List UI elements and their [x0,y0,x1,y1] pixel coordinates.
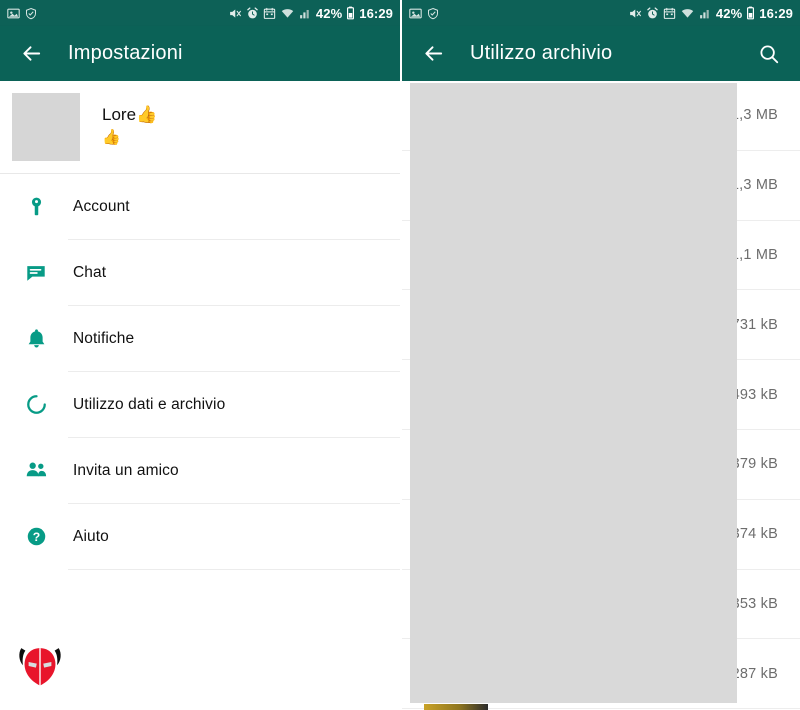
data-usage-icon [22,394,50,415]
list-item[interactable]: 287 kB [402,639,800,710]
calendar-icon [663,7,676,19]
list-item[interactable]: 379 kB [402,430,800,500]
status-bar-right: 42% 16:29 [402,0,800,26]
list-item[interactable]: 374 kB [402,500,800,570]
battery-icon [347,6,355,20]
signal-icon [700,9,709,18]
list-item[interactable]: 493 kB [402,360,800,430]
storage-size: 353 kB [731,595,778,612]
back-arrow-icon [22,46,40,61]
status-bar-left: 42% 16:29 [0,0,400,26]
back-button-settings[interactable] [14,37,48,71]
key-icon [22,196,50,217]
svg-text:?: ? [32,530,39,544]
storage-usage-panel: 42% 16:29 Utilizzo archivio 1,3 MB 1,3 M… [400,0,800,710]
battery-percent: 42% [315,5,343,21]
profile-text-block: Lore👍 👍 [102,104,157,149]
list-item[interactable]: 1,3 MB [402,151,800,221]
storage-size: 731 kB [731,316,778,333]
storage-size: 287 kB [731,665,778,682]
settings-appbar: Impostazioni [0,26,400,81]
wifi-icon [681,8,694,18]
alarm-icon [247,6,258,18]
status-bar-right-right-icons: 42% 16:29 [628,6,793,21]
mute-icon [630,8,641,18]
sidebar-item-utilizzo-dati-e-archivio[interactable]: Utilizzo dati e archivio [0,372,400,437]
back-button-storage[interactable] [416,37,450,71]
battery-percent: 42% [715,5,743,21]
list-divider [68,569,400,570]
screenshot-icon [409,8,422,18]
sidebar-item-notifiche[interactable]: Notifiche [0,306,400,371]
sidebar-item-label: Utilizzo dati e archivio [73,395,226,413]
page-title-settings: Impostazioni [68,42,183,64]
wifi-icon [281,8,294,18]
devil-helmet-logo [14,640,66,692]
sidebar-item-label: Aiuto [73,527,109,545]
bell-icon [22,328,50,349]
list-item[interactable]: 1,1 MB [402,221,800,291]
status-bar-left-icons [7,7,37,20]
sidebar-item-label: Chat [73,263,107,281]
calendar-icon [263,7,276,19]
storage-size: 1,1 MB [730,246,778,263]
clock-time: 16:29 [759,5,793,21]
storage-usage-list: 1,3 MB 1,3 MB 1,1 MB 731 kB 493 kB 379 k… [402,81,800,710]
sidebar-item-invita-un-amico[interactable]: Invita un amico [0,438,400,503]
profile-name: Lore👍 [102,105,158,125]
list-item[interactable]: 1,3 MB [402,81,800,151]
storage-size: 374 kB [731,526,778,543]
status-bar-right-left-icons [409,7,439,20]
partial-row-sliver [424,704,488,710]
list-item[interactable]: 731 kB [402,290,800,361]
storage-size: 1,3 MB [730,107,778,124]
chat-icon [22,262,50,284]
storage-size: 379 kB [731,456,778,473]
profile-row[interactable]: Lore👍 👍 [0,81,400,173]
search-button[interactable] [752,37,786,71]
sidebar-item-label: Account [73,197,130,215]
sidebar-item-label: Invita un amico [73,461,179,479]
profile-status: 👍 [102,129,121,147]
sidebar-item-chat[interactable]: Chat [0,240,400,305]
list-item[interactable]: 353 kB [402,570,800,640]
shield-check-icon [428,7,438,19]
back-arrow-icon [424,46,442,61]
screenshot-icon [7,8,20,18]
page-title-storage: Utilizzo archivio [470,42,613,64]
storage-size: 1,3 MB [730,177,778,194]
storage-size: 493 kB [731,386,778,403]
people-icon [22,459,50,482]
sidebar-item-account[interactable]: Account [0,174,400,239]
avatar[interactable] [12,93,80,161]
signal-icon [300,9,309,18]
storage-appbar: Utilizzo archivio [402,26,800,81]
status-bar-right-icons: 42% 16:29 [228,6,393,21]
shield-check-icon [26,7,36,19]
sidebar-item-label: Notifiche [73,329,135,347]
dual-screenshot-composite: 42% 16:29 Impostazioni Lore👍 👍 Account C… [0,0,800,710]
clock-time: 16:29 [359,5,393,21]
settings-panel: 42% 16:29 Impostazioni Lore👍 👍 Account C… [0,0,400,710]
settings-list: Account Chat Notifiche Utilizzo dati e a… [0,174,400,570]
help-icon: ? [22,526,50,547]
search-icon [760,44,779,63]
sidebar-item-aiuto[interactable]: ? Aiuto [0,504,400,569]
alarm-icon [647,6,658,18]
battery-icon [747,6,755,20]
mute-icon [230,8,241,18]
